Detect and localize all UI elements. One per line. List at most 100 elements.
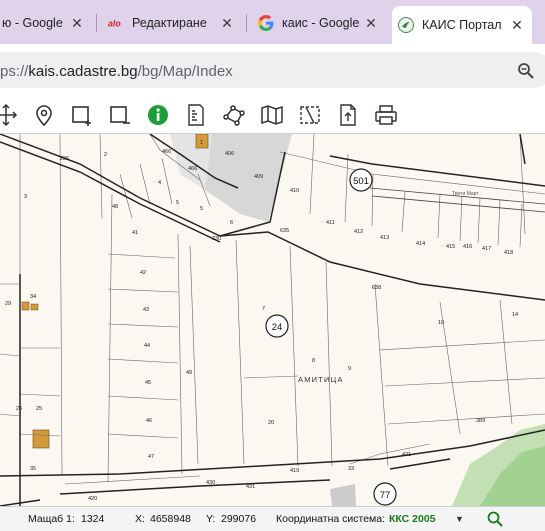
url-host: kais.cadastre.bg [28,63,138,80]
zoom-icon[interactable] [517,62,535,80]
location-pin-icon[interactable] [32,103,56,127]
parcel-label: 421 [402,452,411,458]
document-ruler-icon[interactable] [184,103,208,127]
scale-label: Мащаб 1: [28,513,75,525]
parcel-label: 7 [262,306,265,312]
parcel-label: 8 [312,358,315,364]
url-text[interactable]: ps://kais.cadastre.bg/bg/Map/Index [0,63,233,80]
y-coord-label: Y: [206,513,216,525]
parcel-label: 420 [88,496,97,502]
map-status-bar: Мащаб 1: 1324 X: 4658948 Y: 299076 Коорд… [0,506,545,531]
parcel-label: 1 [200,140,203,146]
parcel-label: 3 [24,194,27,200]
tab-title: КАИС Портал [422,18,502,32]
parcel-label: 42 [140,270,146,276]
parcel-label: 466 [188,166,197,172]
parcel-label: 412 [354,229,363,235]
tab-google-search-1[interactable]: ю - Google ✕ [0,8,92,38]
parcel-label: 466 [162,149,171,155]
parcel-label: 638 [372,285,381,291]
parcel-label: 230 [212,236,221,242]
tab-title: ю - Google [2,16,63,30]
parcel-label: 14 [512,312,518,318]
parcel-label: 413 [380,235,389,241]
block-number-label: 501 [353,176,369,187]
parcel-label: 49 [186,370,192,376]
parcel-label: 414 [416,241,425,247]
tab-google-search-2[interactable]: каис - Google ✕ [252,8,386,38]
parcel-label: 406 [225,151,234,157]
close-icon[interactable]: ✕ [68,14,86,32]
cadastral-map-canvas[interactable]: 226 2 466 466 406 409 410 411 412 413 41… [0,134,545,506]
kais-icon [398,17,414,33]
parcel-label: 431 [246,484,255,490]
map-toolbar [0,96,545,134]
tab-kais-portal[interactable]: КАИС Портал ✕ [392,6,532,44]
url-path: /bg/Map/Index [137,63,233,80]
alo-icon: alo [108,15,124,31]
y-coord-value: 299076 [221,513,257,525]
parcel-label: 43 [143,307,149,313]
parcel-label: 635 [280,228,289,234]
x-coord-label: X: [135,513,145,525]
parcel-label: 9 [348,366,351,372]
parcel-label: 4 [158,180,161,186]
parcel-label: 41 [132,230,138,236]
close-icon[interactable]: ✕ [508,16,526,34]
parcel-label: 2 [104,152,107,158]
block-number-label: 24 [272,322,283,333]
tab-separator [246,14,247,32]
chevron-down-icon[interactable]: ▼ [455,514,464,524]
parcel-label: 29 [5,301,11,307]
parcel-label: 6 [230,220,233,226]
parcel-label: 411 [326,220,335,226]
street-label-treti-mart: Трети Март [452,191,479,197]
remove-rectangle-icon[interactable] [108,103,132,127]
close-icon[interactable]: ✕ [218,14,236,32]
parcel-label: 20 [268,420,274,426]
parcel-label: 410 [290,188,299,194]
address-bar-row: ps://kais.cadastre.bg/bg/Map/Index [0,44,545,96]
block-number-501[interactable]: 501 [349,168,373,192]
coordinate-system-label: Координатна система: [276,513,386,525]
parcel-label: 44 [144,343,150,349]
export-document-icon[interactable] [336,103,360,127]
print-icon[interactable] [374,103,398,127]
parcel-label: 409 [254,174,263,180]
parcel-label: 48 [112,204,118,210]
browser-tab-strip: ю - Google ✕ alo Редактиране ✕ каис - Go… [0,0,545,44]
parcel-label: 10 [438,320,444,326]
pan-icon[interactable] [0,103,18,127]
block-number-label: 77 [380,490,391,501]
polygon-measure-icon[interactable] [222,103,246,127]
parcel-label: 415 [446,244,455,250]
split-parcel-icon[interactable] [298,103,322,127]
parcel-label: 419 [290,468,299,474]
url-scheme: ps:// [0,63,29,80]
parcel-label: 35 [30,466,36,472]
map-icon[interactable] [260,103,284,127]
parcel-label: 33 [348,466,354,472]
cadastral-map[interactable]: 226 2 466 466 406 409 410 411 412 413 41… [0,134,545,506]
tab-title: каис - Google [282,16,360,30]
parcel-label: 5 [200,206,203,212]
parcel-label: 25 [36,406,42,412]
parcel-label: 46 [146,418,152,424]
close-icon[interactable]: ✕ [362,14,380,32]
scale-value: 1324 [81,513,105,525]
block-number-77[interactable]: 77 [373,482,397,506]
svg-text:alo: alo [108,19,121,29]
tab-separator [96,14,97,32]
parcel-label: 5 [176,200,179,206]
block-number-24[interactable]: 24 [265,314,289,338]
parcel-label: 45 [145,380,151,386]
parcel-label: 226 [60,156,69,162]
search-icon[interactable] [486,510,504,528]
parcel-label: 430 [206,480,215,486]
add-rectangle-icon[interactable] [70,103,94,127]
info-icon[interactable] [146,103,170,127]
parcel-label: 418 [504,250,513,256]
parcel-label: 26 [16,406,22,412]
tab-editing[interactable]: alo Редактиране ✕ [102,8,242,38]
coordinate-system-select[interactable]: ККС 2005 [389,513,436,525]
